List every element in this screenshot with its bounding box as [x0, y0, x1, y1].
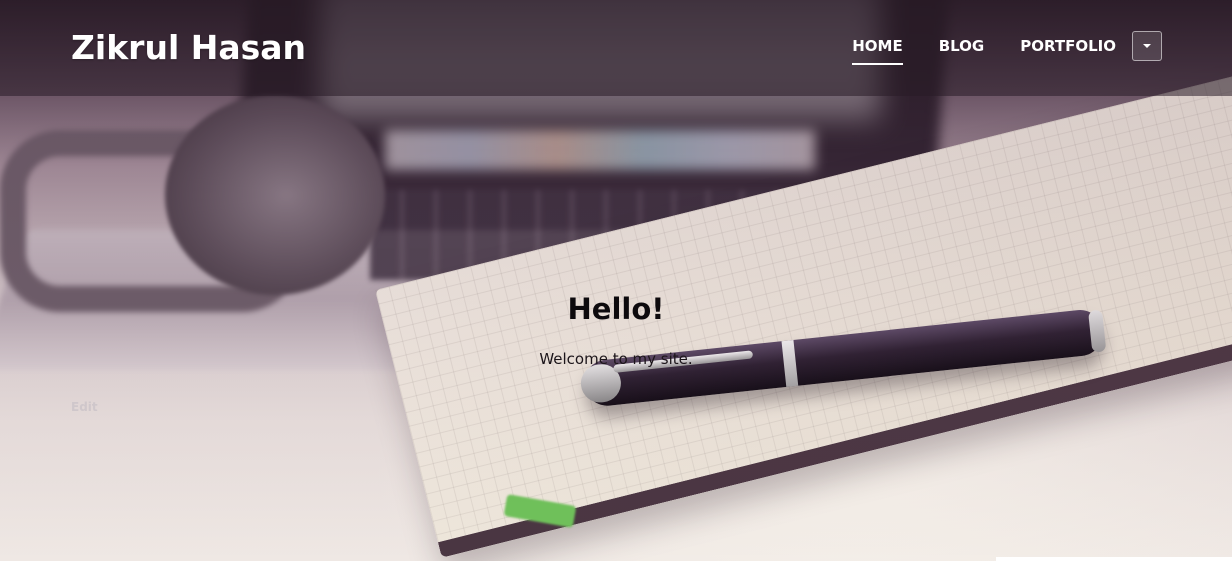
nav-item-home[interactable]: HOME	[852, 37, 904, 65]
nav-item-blog[interactable]: BLOG	[939, 37, 985, 65]
hero-heading: Hello!	[567, 292, 665, 326]
edit-link[interactable]: Edit	[71, 400, 98, 414]
top-navbar: Zikrul Hasan HOME BLOG PORTFOLIO	[0, 0, 1232, 96]
hero-welcome-text: Welcome to my site.	[539, 350, 693, 368]
caret-down-icon	[1143, 44, 1151, 48]
nav-dropdown-button[interactable]	[1132, 31, 1162, 61]
main-nav: HOME BLOG PORTFOLIO	[852, 31, 1162, 65]
nav-item-portfolio[interactable]: PORTFOLIO	[1020, 37, 1116, 65]
site-title-link[interactable]: Zikrul Hasan	[71, 28, 306, 67]
bottom-edge-strip	[996, 557, 1232, 561]
